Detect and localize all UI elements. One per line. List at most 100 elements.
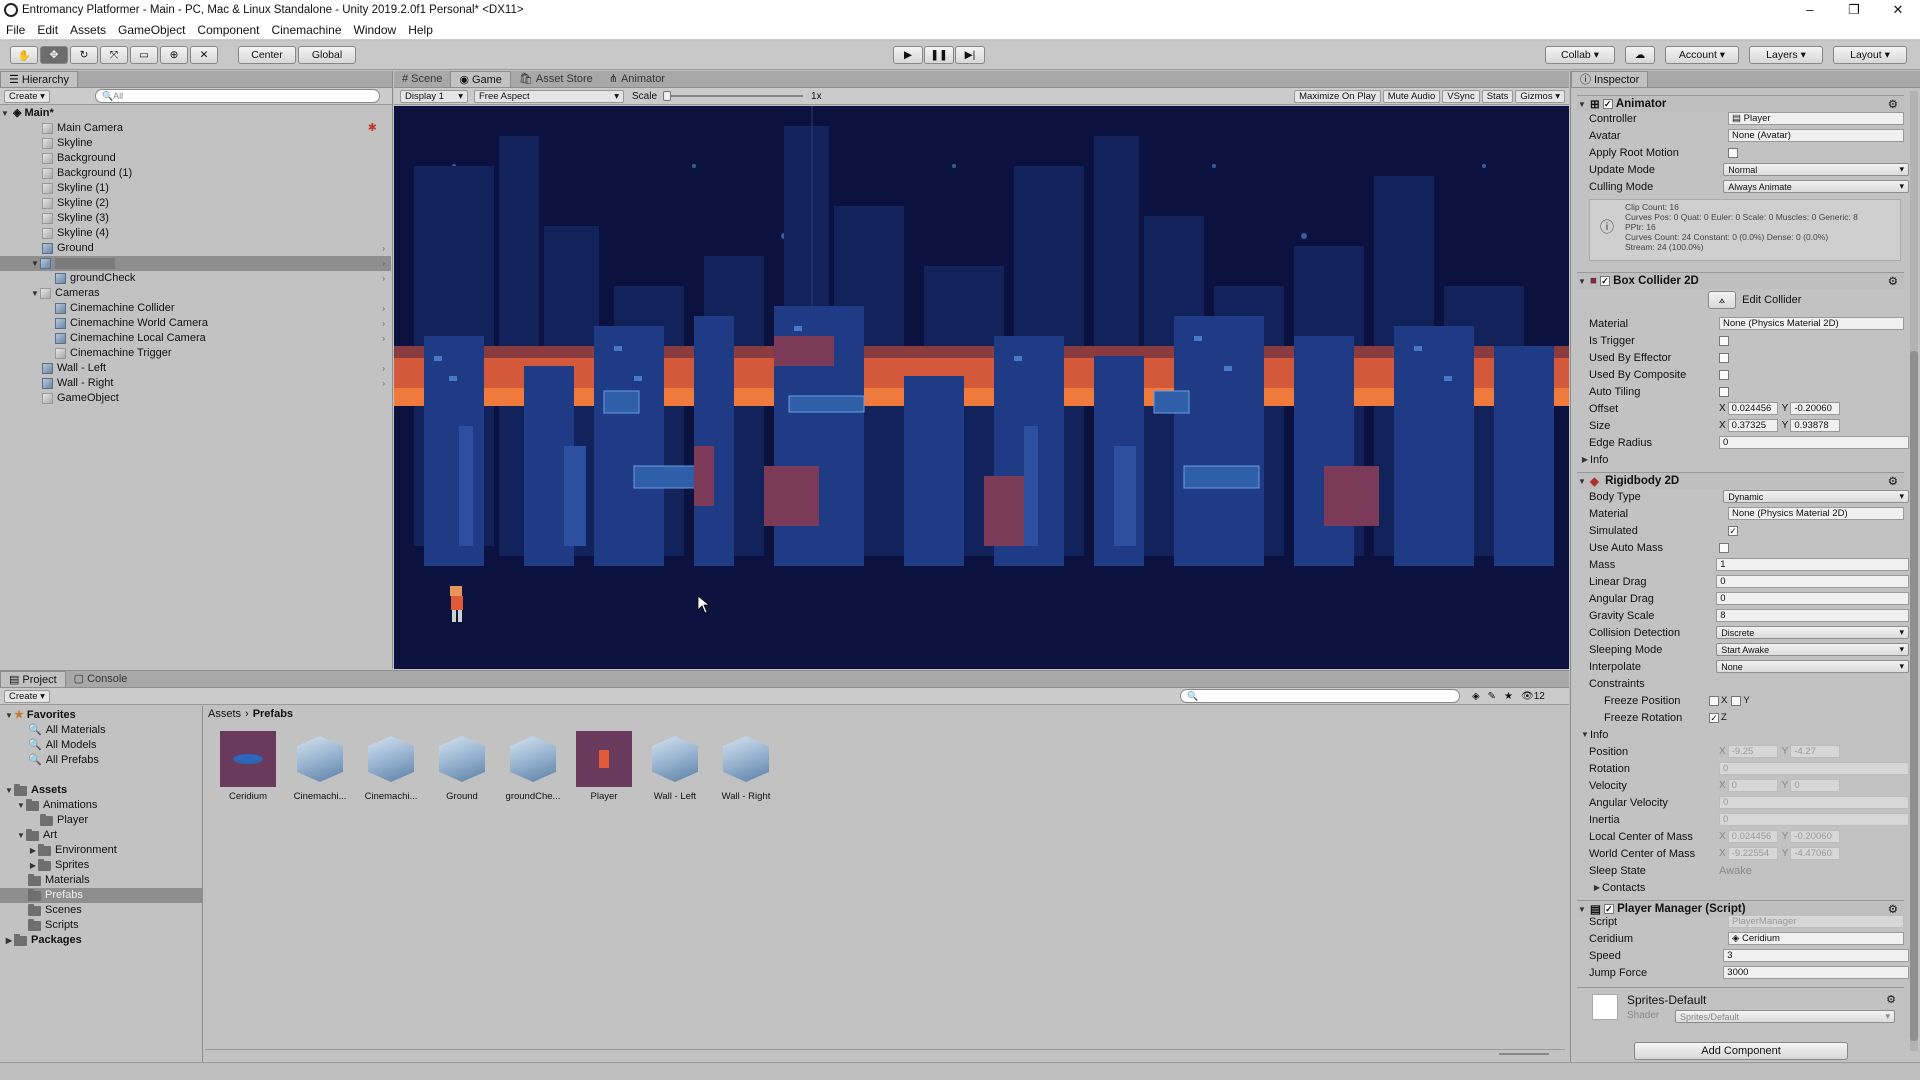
- rb-material-field[interactable]: None (Physics Material 2D): [1728, 507, 1904, 520]
- maximize-on-play-toggle[interactable]: Maximize On Play: [1294, 89, 1381, 103]
- animator-header[interactable]: ▼ ⊞ ✓ Animator ⚙: [1577, 95, 1904, 112]
- aspect-dropdown[interactable]: Free Aspect ▾: [474, 89, 624, 103]
- hierarchy-item[interactable]: Cinemachine Trigger: [0, 346, 391, 361]
- prefab-asset[interactable]: Ceridium: [218, 731, 278, 802]
- vsync-toggle[interactable]: VSync: [1442, 89, 1480, 103]
- shader-dropdown[interactable]: Sprites/Default ▾: [1675, 1010, 1895, 1023]
- folder-item-selected[interactable]: Prefabs: [0, 888, 202, 903]
- expand-arrow-icon[interactable]: ▼: [16, 798, 26, 813]
- tab-inspector[interactable]: ⓘ Inspector: [1571, 71, 1649, 87]
- transform-tool-icon[interactable]: ⊕: [160, 46, 188, 64]
- expand-arrow-icon[interactable]: ▶: [1592, 883, 1602, 892]
- hierarchy-item[interactable]: Skyline (1): [0, 181, 391, 196]
- filter-type-icon[interactable]: ◈: [1472, 691, 1480, 702]
- step-button[interactable]: ▶|: [955, 46, 985, 64]
- expand-arrow-icon[interactable]: ▼: [1577, 100, 1587, 109]
- expand-arrow-icon[interactable]: ▶: [4, 933, 14, 948]
- hierarchy-item[interactable]: groundCheck ›: [0, 271, 391, 286]
- folder-item[interactable]: Scenes: [0, 903, 82, 918]
- tab-animator[interactable]: ⋔ Animator: [601, 71, 673, 87]
- maximize-icon[interactable]: ❐: [1832, 0, 1876, 20]
- fav-item[interactable]: 🔍 All Models: [0, 738, 96, 753]
- gravity-scale-field[interactable]: 8: [1716, 609, 1909, 622]
- size-y-field[interactable]: 0.93878: [1790, 419, 1841, 432]
- sleeping-mode-dropdown[interactable]: Start Awake ▾: [1716, 643, 1909, 656]
- menu-edit[interactable]: Edit: [31, 23, 64, 37]
- prefab-asset[interactable]: Cinemachi...: [361, 731, 421, 802]
- box-collider-header[interactable]: ▼ ■ ✓ Box Collider 2D ⚙: [1577, 272, 1904, 289]
- tab-console[interactable]: ▢ Console: [66, 671, 136, 687]
- tab-game[interactable]: ◉ Game: [450, 71, 511, 87]
- tab-scene[interactable]: # Scene: [394, 71, 450, 87]
- hierarchy-item[interactable]: GameObject: [0, 391, 391, 406]
- hierarchy-item[interactable]: Background: [0, 151, 391, 166]
- hierarchy-item[interactable]: Skyline: [0, 136, 391, 151]
- apply-root-motion-checkbox[interactable]: [1728, 147, 1738, 158]
- expand-arrow-icon[interactable]: ▼: [16, 828, 26, 843]
- hand-tool-icon[interactable]: ✋: [10, 46, 38, 64]
- rename-field[interactable]: [55, 258, 115, 269]
- contacts-foldout[interactable]: ▶ Contacts: [1592, 880, 1912, 895]
- mute-audio-toggle[interactable]: Mute Audio: [1382, 89, 1441, 103]
- hierarchy-item[interactable]: Background (1): [0, 166, 391, 181]
- move-tool-icon[interactable]: ✥: [40, 46, 68, 64]
- folder-item[interactable]: ▼ Animations: [0, 798, 97, 813]
- display-dropdown[interactable]: Display 1 ▾: [400, 89, 468, 103]
- controller-field[interactable]: ▤ Player: [1728, 112, 1904, 125]
- expand-arrow-icon[interactable]: ▶: [28, 858, 38, 873]
- chevron-right-icon[interactable]: ›: [382, 361, 385, 376]
- folder-item[interactable]: Materials: [0, 873, 90, 888]
- inspector-scrollbar[interactable]: [1910, 91, 1918, 1051]
- project-create-button[interactable]: Create ▾: [4, 689, 50, 703]
- prop-constraints[interactable]: Constraints: [1589, 676, 1909, 691]
- speed-field[interactable]: 3: [1723, 949, 1909, 962]
- layout-dropdown[interactable]: Layout ▾: [1833, 46, 1907, 64]
- freeze-z-checkbox[interactable]: ✓: [1709, 712, 1719, 723]
- chevron-right-icon[interactable]: ›: [382, 256, 385, 271]
- folder-item[interactable]: ▶ Sprites: [0, 858, 89, 873]
- ceridium-field[interactable]: ◈ Ceridium: [1728, 932, 1904, 945]
- expand-arrow-icon[interactable]: ▼: [30, 256, 40, 271]
- rotate-tool-icon[interactable]: ↻: [70, 46, 98, 64]
- stats-toggle[interactable]: Stats: [1481, 89, 1514, 103]
- hierarchy-item[interactable]: Ground ›: [0, 241, 391, 256]
- auto-tiling-checkbox[interactable]: [1719, 386, 1729, 397]
- project-search-input[interactable]: 🔍: [1179, 689, 1460, 703]
- scale-slider-thumb[interactable]: [663, 91, 672, 101]
- used-by-composite-checkbox[interactable]: [1719, 369, 1729, 380]
- fav-item[interactable]: 🔍 All Materials: [0, 723, 106, 738]
- update-mode-dropdown[interactable]: Normal ▾: [1723, 163, 1909, 176]
- hierarchy-item[interactable]: Main Camera ✱: [0, 121, 391, 136]
- chevron-right-icon[interactable]: ›: [382, 331, 385, 346]
- box-info-foldout[interactable]: ▶ Info: [1580, 452, 1900, 467]
- rigidbody-header[interactable]: ▼ ◆ Rigidbody 2D ⚙: [1577, 472, 1904, 489]
- chevron-right-icon[interactable]: ›: [382, 271, 385, 286]
- filter-label-icon[interactable]: ✎: [1488, 691, 1496, 702]
- expand-arrow-icon[interactable]: ▼: [0, 106, 10, 121]
- component-settings-icon[interactable]: ⚙: [1888, 274, 1898, 288]
- layers-dropdown[interactable]: Layers ▾: [1749, 46, 1823, 64]
- hierarchy-create-button[interactable]: Create ▾: [4, 89, 50, 103]
- breadcrumb-item[interactable]: Assets: [208, 708, 241, 720]
- icon-size-slider[interactable]: [1499, 1053, 1549, 1055]
- expand-arrow-icon[interactable]: ▼: [1577, 477, 1587, 486]
- space-toggle[interactable]: Global: [298, 46, 356, 64]
- custom-tool-icon[interactable]: ✕: [190, 46, 218, 64]
- body-type-dropdown[interactable]: Dynamic ▾: [1723, 490, 1909, 503]
- menu-help[interactable]: Help: [402, 23, 439, 37]
- pause-button[interactable]: ❚❚: [924, 46, 954, 64]
- tab-hierarchy[interactable]: ☰ Hierarchy: [0, 71, 78, 87]
- expand-arrow-icon[interactable]: ▼: [4, 708, 14, 723]
- menu-file[interactable]: File: [0, 23, 31, 37]
- hierarchy-search-input[interactable]: 🔍 All: [94, 89, 380, 103]
- enable-checkbox[interactable]: ✓: [1602, 99, 1613, 109]
- folder-item[interactable]: ▼ Art: [0, 828, 57, 843]
- collision-detection-dropdown[interactable]: Discrete ▾: [1716, 626, 1909, 639]
- rect-tool-icon[interactable]: ▭: [130, 46, 158, 64]
- linear-drag-field[interactable]: 0: [1716, 575, 1909, 588]
- offset-x-field[interactable]: 0.024456: [1727, 402, 1778, 415]
- hierarchy-item[interactable]: Wall - Right ›: [0, 376, 391, 391]
- chevron-right-icon[interactable]: ›: [382, 316, 385, 331]
- chevron-right-icon[interactable]: ›: [382, 376, 385, 391]
- expand-arrow-icon[interactable]: ▼: [1580, 730, 1590, 739]
